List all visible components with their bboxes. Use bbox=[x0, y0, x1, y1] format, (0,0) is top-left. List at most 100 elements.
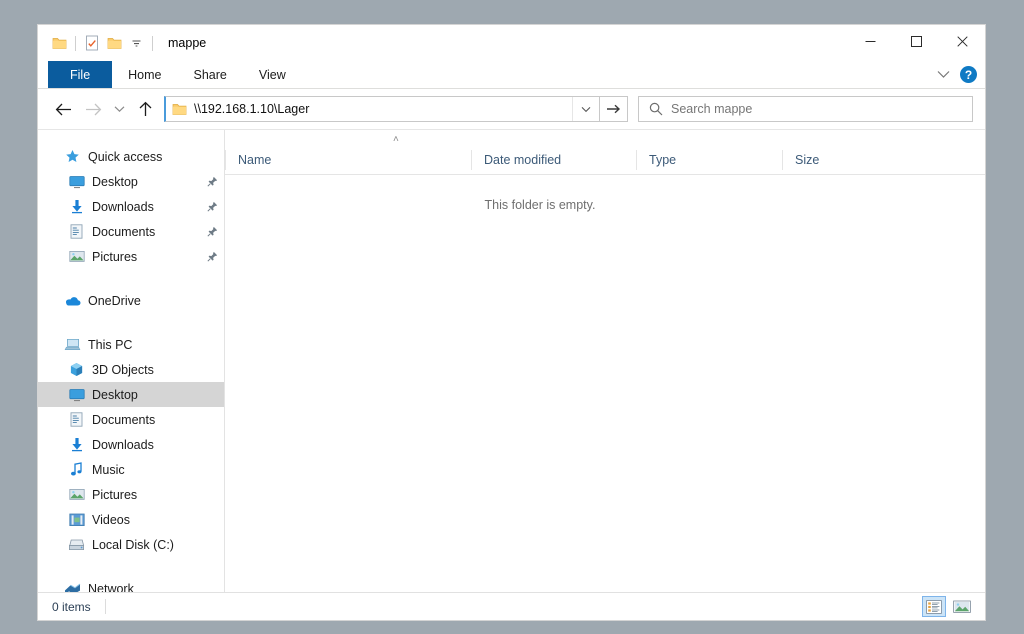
pin-icon[interactable] bbox=[207, 226, 218, 237]
empty-folder-message: This folder is empty. bbox=[225, 198, 985, 212]
details-view-button[interactable] bbox=[922, 596, 946, 617]
content-pane: ˄ Name Date modified Type Size This fold… bbox=[225, 130, 985, 592]
navigation-pane[interactable]: Quick access Desktop Downloads bbox=[38, 130, 225, 592]
folder-icon[interactable] bbox=[48, 32, 70, 54]
chevron-down-icon[interactable] bbox=[125, 32, 147, 54]
sidebar-item-documents[interactable]: Documents bbox=[38, 407, 224, 432]
sidebar-item-pictures-qa[interactable]: Pictures bbox=[38, 244, 224, 269]
close-button[interactable] bbox=[939, 25, 985, 57]
sidebar-label: This PC bbox=[88, 338, 132, 352]
videos-icon bbox=[68, 511, 85, 528]
downloads-icon bbox=[68, 436, 85, 453]
sidebar-item-desktop[interactable]: Desktop bbox=[38, 382, 224, 407]
column-headers: ˄ Name Date modified Type Size bbox=[225, 146, 985, 175]
sidebar-label: Music bbox=[92, 463, 125, 477]
sidebar-item-this-pc[interactable]: This PC bbox=[38, 332, 224, 357]
tab-file[interactable]: File bbox=[48, 61, 112, 88]
window-body: Quick access Desktop Downloads bbox=[38, 129, 985, 592]
recent-locations-button[interactable] bbox=[108, 94, 130, 124]
window-controls bbox=[847, 25, 985, 57]
folder-icon bbox=[172, 103, 187, 116]
sidebar-item-network[interactable]: Network bbox=[38, 576, 224, 592]
pin-icon[interactable] bbox=[207, 176, 218, 187]
pictures-icon bbox=[68, 248, 85, 265]
column-header-date-modified[interactable]: Date modified bbox=[471, 150, 636, 170]
title-separator bbox=[152, 36, 153, 51]
tab-view[interactable]: View bbox=[243, 61, 302, 88]
sidebar-label: Network bbox=[88, 582, 134, 593]
sidebar-spacer-1 bbox=[38, 269, 224, 281]
sidebar-label: Downloads bbox=[92, 438, 154, 452]
desktop-icon bbox=[68, 173, 85, 190]
network-icon bbox=[64, 580, 81, 592]
address-bar[interactable]: \\192.168.1.10\Lager bbox=[164, 96, 600, 122]
new-folder-icon[interactable] bbox=[103, 32, 125, 54]
properties-icon[interactable] bbox=[81, 32, 103, 54]
column-header-type[interactable]: Type bbox=[636, 150, 782, 170]
sidebar-item-downloads[interactable]: Downloads bbox=[38, 432, 224, 457]
view-buttons bbox=[922, 596, 974, 617]
sidebar-item-pictures[interactable]: Pictures bbox=[38, 482, 224, 507]
go-button[interactable] bbox=[600, 96, 628, 122]
computer-icon bbox=[64, 336, 81, 353]
back-button[interactable] bbox=[48, 94, 78, 124]
cloud-icon bbox=[64, 292, 81, 309]
explorer-window: mappe File Home Share View ? bbox=[38, 25, 985, 620]
sidebar-label: Desktop bbox=[92, 175, 138, 189]
minimize-button[interactable] bbox=[847, 25, 893, 57]
sidebar-item-onedrive[interactable]: OneDrive bbox=[38, 288, 224, 313]
ribbon-tab-bar: File Home Share View ? bbox=[38, 61, 985, 89]
sidebar-item-3d-objects[interactable]: 3D Objects bbox=[38, 357, 224, 382]
sidebar-item-downloads-qa[interactable]: Downloads bbox=[38, 194, 224, 219]
sidebar-label: Pictures bbox=[92, 488, 137, 502]
column-header-name[interactable]: Name bbox=[225, 150, 471, 170]
sidebar-label: Downloads bbox=[92, 200, 154, 214]
status-separator bbox=[105, 599, 106, 614]
tab-home[interactable]: Home bbox=[112, 61, 177, 88]
sidebar-spacer-3 bbox=[38, 557, 224, 569]
sidebar-label: Documents bbox=[92, 225, 155, 239]
music-icon bbox=[68, 461, 85, 478]
downloads-icon bbox=[68, 198, 85, 215]
sidebar-label: Local Disk (C:) bbox=[92, 538, 174, 552]
navigation-bar: \\192.168.1.10\Lager Search mappe bbox=[38, 89, 985, 129]
window-title: mappe bbox=[168, 36, 206, 50]
title-bar: mappe bbox=[38, 25, 985, 61]
chevron-down-icon[interactable] bbox=[572, 97, 599, 121]
pin-icon[interactable] bbox=[207, 251, 218, 262]
search-input[interactable]: Search mappe bbox=[671, 102, 752, 116]
3d-objects-icon bbox=[68, 361, 85, 378]
sidebar-item-desktop-qa[interactable]: Desktop bbox=[38, 169, 224, 194]
help-icon[interactable]: ? bbox=[960, 66, 977, 83]
pin-icon[interactable] bbox=[207, 201, 218, 212]
sidebar-item-documents-qa[interactable]: Documents bbox=[38, 219, 224, 244]
up-button[interactable] bbox=[130, 94, 160, 124]
sidebar-label: Desktop bbox=[92, 388, 138, 402]
pictures-icon bbox=[68, 486, 85, 503]
ribbon-right-controls: ? bbox=[937, 61, 977, 88]
desktop-icon bbox=[68, 386, 85, 403]
star-icon bbox=[64, 148, 81, 165]
chevron-down-icon[interactable] bbox=[937, 69, 950, 81]
sidebar-label: OneDrive bbox=[88, 294, 141, 308]
search-box[interactable]: Search mappe bbox=[638, 96, 973, 122]
sidebar-item-quick-access[interactable]: Quick access bbox=[38, 144, 224, 169]
maximize-button[interactable] bbox=[893, 25, 939, 57]
sidebar-item-videos[interactable]: Videos bbox=[38, 507, 224, 532]
sidebar-item-music[interactable]: Music bbox=[38, 457, 224, 482]
sidebar-label: Videos bbox=[92, 513, 130, 527]
forward-button[interactable] bbox=[78, 94, 108, 124]
tab-share[interactable]: Share bbox=[178, 61, 243, 88]
drive-icon bbox=[68, 536, 85, 553]
documents-icon bbox=[68, 223, 85, 240]
sort-ascending-icon: ˄ bbox=[393, 134, 399, 145]
quick-access-toolbar bbox=[38, 32, 158, 54]
toolbar-separator bbox=[75, 36, 76, 51]
file-list[interactable]: This folder is empty. bbox=[225, 175, 985, 592]
sidebar-item-local-disk-c[interactable]: Local Disk (C:) bbox=[38, 532, 224, 557]
sidebar-label: Quick access bbox=[88, 150, 162, 164]
item-count-label: 0 items bbox=[52, 600, 91, 614]
sidebar-label: Documents bbox=[92, 413, 155, 427]
large-icons-view-button[interactable] bbox=[950, 596, 974, 617]
column-header-size[interactable]: Size bbox=[782, 150, 850, 170]
